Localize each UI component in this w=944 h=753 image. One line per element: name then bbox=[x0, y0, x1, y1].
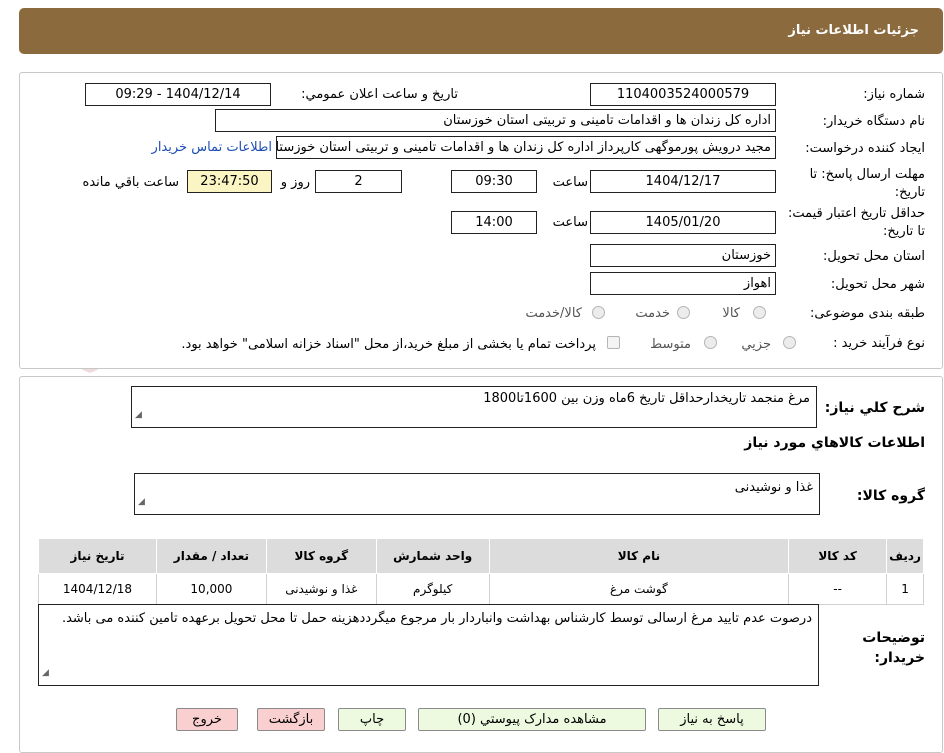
cell-quantity: 10,000 bbox=[155, 573, 267, 605]
process-radio-minor[interactable] bbox=[783, 336, 796, 349]
exit-button[interactable]: خروج bbox=[176, 708, 238, 731]
items-table-wrapper: رديف کد کالا نام کالا واحد شمارش گروه کا… bbox=[38, 538, 924, 605]
days-and-label: روز و bbox=[280, 175, 310, 190]
announce-datetime-field: 1404/12/14 - 09:29 bbox=[85, 83, 271, 106]
cell-group: غذا و نوشیدنی bbox=[265, 573, 377, 605]
resize-grip-icon: ◢ bbox=[42, 668, 49, 678]
province-field: خوزستان bbox=[590, 244, 776, 267]
treasury-payment-note: پرداخت تمام يا بخشی از مبلغ خريد،از محل … bbox=[181, 337, 596, 352]
deadline-time-label: ساعت bbox=[552, 175, 588, 190]
province-label: استان محل تحويل: bbox=[823, 249, 925, 264]
buyer-org-field: اداره کل زندان ها و اقدامات تامینی و ترب… bbox=[215, 109, 776, 132]
summary-textarea: مرغ منجمد تاریخدارحداقل تاریخ 6ماه وزن ب… bbox=[131, 386, 817, 428]
remaining-label: ساعت باقي مانده bbox=[82, 175, 179, 190]
buyer-notes-label: توضيحات خريدار: bbox=[862, 630, 925, 666]
deadline-time-field: 09:30 bbox=[451, 170, 537, 193]
process-label: نوع فرآيند خريد : bbox=[833, 336, 925, 351]
cell-code: -- bbox=[788, 573, 888, 605]
buyer-notes-text: درصوت عدم تایید مرغ ارسالی توسط کارشناس … bbox=[61, 611, 812, 626]
cell-row-num: 1 bbox=[886, 573, 924, 605]
summary-text: مرغ منجمد تاریخدارحداقل تاریخ 6ماه وزن ب… bbox=[483, 391, 810, 406]
process-option-minor: جزيي bbox=[741, 337, 771, 352]
reply-button[interactable]: پاسخ به نياز bbox=[658, 708, 766, 731]
col-header-unit: واحد شمارش bbox=[375, 538, 490, 574]
validity-time-field: 14:00 bbox=[451, 211, 537, 234]
goods-group-textarea: غذا و نوشیدنی ◢ bbox=[134, 473, 820, 515]
need-number-label: شماره نياز: bbox=[863, 87, 925, 102]
category-option-goods: کالا bbox=[722, 306, 740, 321]
process-option-medium: متوسط bbox=[650, 337, 691, 352]
requester-field: مجید درویش پورموگهی کارپرداز اداره کل زن… bbox=[276, 136, 776, 159]
cell-name: گوشت مرغ bbox=[488, 573, 790, 605]
col-header-name: نام کالا bbox=[488, 538, 790, 574]
table-row: 1 -- گوشت مرغ کیلوگرم غذا و نوشیدنی 10,0… bbox=[38, 573, 924, 605]
col-header-quantity: تعداد / مقدار bbox=[155, 538, 267, 574]
process-radio-medium[interactable] bbox=[704, 336, 717, 349]
city-field: اهواز bbox=[590, 272, 776, 295]
requester-label: ايجاد کننده درخواست: bbox=[805, 141, 925, 156]
need-number-field: 1104003524000579 bbox=[590, 83, 776, 106]
cell-unit: کیلوگرم bbox=[375, 573, 490, 605]
announce-datetime-label: تاريخ و ساعت اعلان عمومي: bbox=[301, 87, 458, 102]
category-option-goods-service: کالا/خدمت bbox=[525, 306, 582, 321]
col-header-row-num: رديف bbox=[886, 538, 924, 574]
city-label: شهر محل تحويل: bbox=[830, 277, 925, 292]
page-title: جزئیات اطلاعات نیاز bbox=[788, 23, 919, 38]
category-label: طبقه بندی موضوعی: bbox=[809, 306, 925, 321]
resize-grip-icon: ◢ bbox=[138, 497, 145, 507]
resize-grip-icon: ◢ bbox=[135, 410, 142, 420]
validity-time-label: ساعت bbox=[552, 215, 588, 230]
validity-label: حداقل تاريخ اعتبار قيمت: تا تاريخ: bbox=[787, 206, 925, 239]
deadline-label: مهلت ارسال پاسخ: تا تاريخ: bbox=[809, 167, 925, 200]
deadline-date-field: 1404/12/17 bbox=[590, 170, 776, 193]
validity-date-field: 1405/01/20 bbox=[590, 211, 776, 234]
countdown-field: 23:47:50 bbox=[187, 170, 272, 193]
goods-group-text: غذا و نوشیدنی bbox=[734, 480, 813, 495]
buyer-org-label: نام دستگاه خريدار: bbox=[822, 114, 925, 129]
print-button[interactable]: چاپ bbox=[338, 708, 406, 731]
back-button[interactable]: بازگشت bbox=[257, 708, 325, 731]
col-header-need-date: تاريخ نياز bbox=[38, 538, 157, 574]
cell-need-date: 1404/12/18 bbox=[38, 573, 157, 605]
items-table: رديف کد کالا نام کالا واحد شمارش گروه کا… bbox=[38, 538, 924, 605]
col-header-code: کد کالا bbox=[788, 538, 888, 574]
days-remaining-field: 2 bbox=[315, 170, 402, 193]
treasury-payment-checkbox[interactable] bbox=[607, 336, 620, 349]
summary-label: شرح کلي نياز: bbox=[824, 400, 925, 416]
category-option-service: خدمت bbox=[635, 306, 670, 321]
page-header: جزئیات اطلاعات نیاز bbox=[19, 8, 943, 54]
view-attachments-button[interactable]: مشاهده مدارک پيوستي (0) bbox=[418, 708, 646, 731]
category-radio-service[interactable] bbox=[677, 306, 690, 319]
buyer-notes-textarea: درصوت عدم تایید مرغ ارسالی توسط کارشناس … bbox=[38, 604, 819, 686]
goods-info-title: اطلاعات کالاهاي مورد نياز bbox=[744, 435, 925, 451]
col-header-group: گروه کالا bbox=[265, 538, 377, 574]
category-radio-goods-service[interactable] bbox=[592, 306, 605, 319]
buyer-contact-link[interactable]: اطلاعات تماس خريدار bbox=[152, 140, 272, 155]
goods-group-label: گروه کالا: bbox=[856, 488, 925, 504]
category-radio-goods[interactable] bbox=[753, 306, 766, 319]
table-header-row: رديف کد کالا نام کالا واحد شمارش گروه کا… bbox=[38, 538, 924, 574]
